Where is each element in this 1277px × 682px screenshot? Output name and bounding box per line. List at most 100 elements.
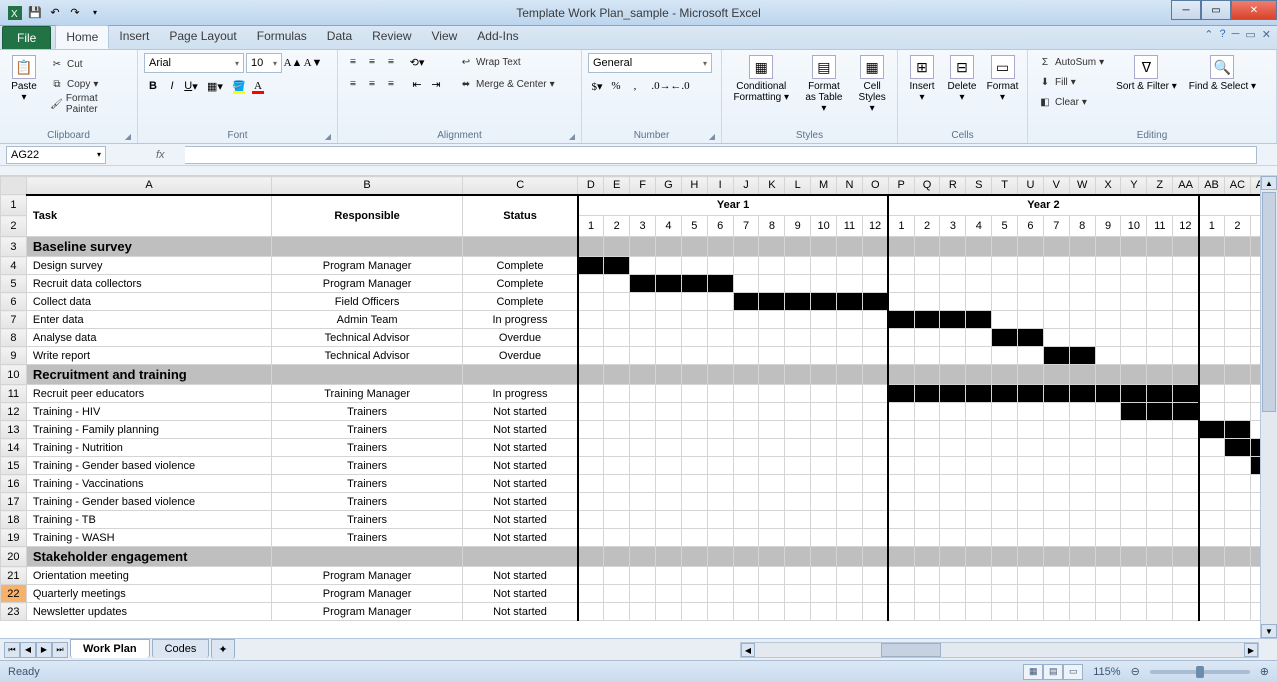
gantt-cell[interactable] xyxy=(656,603,682,621)
gantt-cell[interactable] xyxy=(759,275,785,293)
gantt-cell[interactable] xyxy=(1147,475,1173,493)
gantt-cell[interactable] xyxy=(1173,275,1199,293)
gantt-cell[interactable] xyxy=(1121,567,1147,585)
task-cell[interactable]: Training - Family planning xyxy=(26,421,271,439)
gantt-cell[interactable] xyxy=(914,257,940,275)
gantt-cell[interactable] xyxy=(811,493,837,511)
gantt-cell[interactable] xyxy=(1173,493,1199,511)
column-header[interactable]: W xyxy=(1069,177,1095,195)
gantt-cell[interactable] xyxy=(888,385,914,403)
gantt-cell[interactable] xyxy=(1224,529,1250,547)
scroll-right-icon[interactable]: ▶ xyxy=(1244,643,1258,657)
format-as-table-button[interactable]: ▤Format as Table ▾ xyxy=(799,53,850,128)
gantt-cell[interactable] xyxy=(1018,293,1044,311)
gantt-cell[interactable] xyxy=(604,275,630,293)
gantt-cell[interactable] xyxy=(759,475,785,493)
gantt-cell[interactable] xyxy=(785,585,811,603)
status-cell[interactable]: Not started xyxy=(463,603,578,621)
close-button[interactable]: ✕ xyxy=(1231,0,1277,20)
column-header[interactable]: Y xyxy=(1121,177,1147,195)
gantt-cell[interactable] xyxy=(888,439,914,457)
maximize-button[interactable]: ▭ xyxy=(1201,0,1231,20)
gantt-cell[interactable] xyxy=(1224,311,1250,329)
column-header[interactable]: A xyxy=(26,177,271,195)
gantt-cell[interactable] xyxy=(992,439,1018,457)
gantt-cell[interactable] xyxy=(733,275,759,293)
gantt-cell[interactable] xyxy=(733,421,759,439)
gantt-cell[interactable] xyxy=(630,275,656,293)
gantt-cell[interactable] xyxy=(578,347,604,365)
gantt-cell[interactable] xyxy=(604,493,630,511)
row-header[interactable]: 9 xyxy=(1,347,27,365)
gantt-cell[interactable] xyxy=(1199,457,1225,475)
gantt-cell[interactable] xyxy=(837,603,863,621)
column-header[interactable]: AC xyxy=(1224,177,1250,195)
fill-color-button[interactable]: 🪣 xyxy=(230,77,248,95)
gantt-cell[interactable] xyxy=(966,403,992,421)
cut-button[interactable]: ✂Cut xyxy=(46,55,131,73)
gantt-cell[interactable] xyxy=(707,493,733,511)
help-icon[interactable]: ? xyxy=(1219,28,1225,41)
gantt-cell[interactable] xyxy=(1069,439,1095,457)
gantt-cell[interactable] xyxy=(966,567,992,585)
status-cell[interactable]: Not started xyxy=(463,439,578,457)
gantt-cell[interactable] xyxy=(1224,493,1250,511)
increase-indent-button[interactable]: ⇥ xyxy=(427,75,445,93)
responsible-cell[interactable]: Program Manager xyxy=(272,567,463,585)
gantt-cell[interactable] xyxy=(811,567,837,585)
gantt-cell[interactable] xyxy=(1018,421,1044,439)
gantt-cell[interactable] xyxy=(707,457,733,475)
gantt-cell[interactable] xyxy=(681,329,707,347)
gantt-cell[interactable] xyxy=(707,385,733,403)
decrease-indent-button[interactable]: ⇤ xyxy=(408,75,426,93)
gantt-cell[interactable] xyxy=(837,293,863,311)
gantt-cell[interactable] xyxy=(656,311,682,329)
gantt-cell[interactable] xyxy=(707,329,733,347)
gantt-cell[interactable] xyxy=(1224,403,1250,421)
gantt-cell[interactable] xyxy=(604,529,630,547)
gantt-cell[interactable] xyxy=(785,275,811,293)
align-center-button[interactable]: ≡ xyxy=(363,75,381,93)
gantt-cell[interactable] xyxy=(837,257,863,275)
gantt-cell[interactable] xyxy=(1173,385,1199,403)
gantt-cell[interactable] xyxy=(656,493,682,511)
gantt-cell[interactable] xyxy=(656,403,682,421)
gantt-cell[interactable] xyxy=(1199,567,1225,585)
gantt-cell[interactable] xyxy=(630,493,656,511)
gantt-cell[interactable] xyxy=(1043,347,1069,365)
gantt-cell[interactable] xyxy=(604,511,630,529)
gantt-cell[interactable] xyxy=(1147,257,1173,275)
gantt-cell[interactable] xyxy=(759,585,785,603)
gantt-cell[interactable] xyxy=(1224,347,1250,365)
responsible-cell[interactable]: Trainers xyxy=(272,403,463,421)
gantt-cell[interactable] xyxy=(578,293,604,311)
gantt-cell[interactable] xyxy=(785,311,811,329)
gantt-cell[interactable] xyxy=(914,475,940,493)
column-header[interactable]: N xyxy=(837,177,863,195)
gantt-cell[interactable] xyxy=(992,403,1018,421)
gantt-cell[interactable] xyxy=(1069,293,1095,311)
gantt-cell[interactable] xyxy=(1147,493,1173,511)
row-header[interactable]: 19 xyxy=(1,529,27,547)
gantt-cell[interactable] xyxy=(759,403,785,421)
gantt-cell[interactable] xyxy=(888,529,914,547)
gantt-cell[interactable] xyxy=(940,385,966,403)
gantt-cell[interactable] xyxy=(940,511,966,529)
row-header[interactable]: 2 xyxy=(1,216,27,237)
gantt-cell[interactable] xyxy=(940,403,966,421)
responsible-cell[interactable]: Technical Advisor xyxy=(272,329,463,347)
gantt-cell[interactable] xyxy=(1043,529,1069,547)
gantt-cell[interactable] xyxy=(1121,329,1147,347)
gantt-cell[interactable] xyxy=(966,493,992,511)
column-header[interactable]: V xyxy=(1043,177,1069,195)
gantt-cell[interactable] xyxy=(888,567,914,585)
excel-icon[interactable]: X xyxy=(6,4,24,22)
gantt-cell[interactable] xyxy=(1121,275,1147,293)
gantt-cell[interactable] xyxy=(1043,457,1069,475)
gantt-cell[interactable] xyxy=(1069,311,1095,329)
redo-icon[interactable]: ↷ xyxy=(66,4,84,22)
currency-button[interactable]: $▾ xyxy=(588,77,606,95)
gantt-cell[interactable] xyxy=(811,311,837,329)
gantt-cell[interactable] xyxy=(785,603,811,621)
gantt-cell[interactable] xyxy=(1043,293,1069,311)
